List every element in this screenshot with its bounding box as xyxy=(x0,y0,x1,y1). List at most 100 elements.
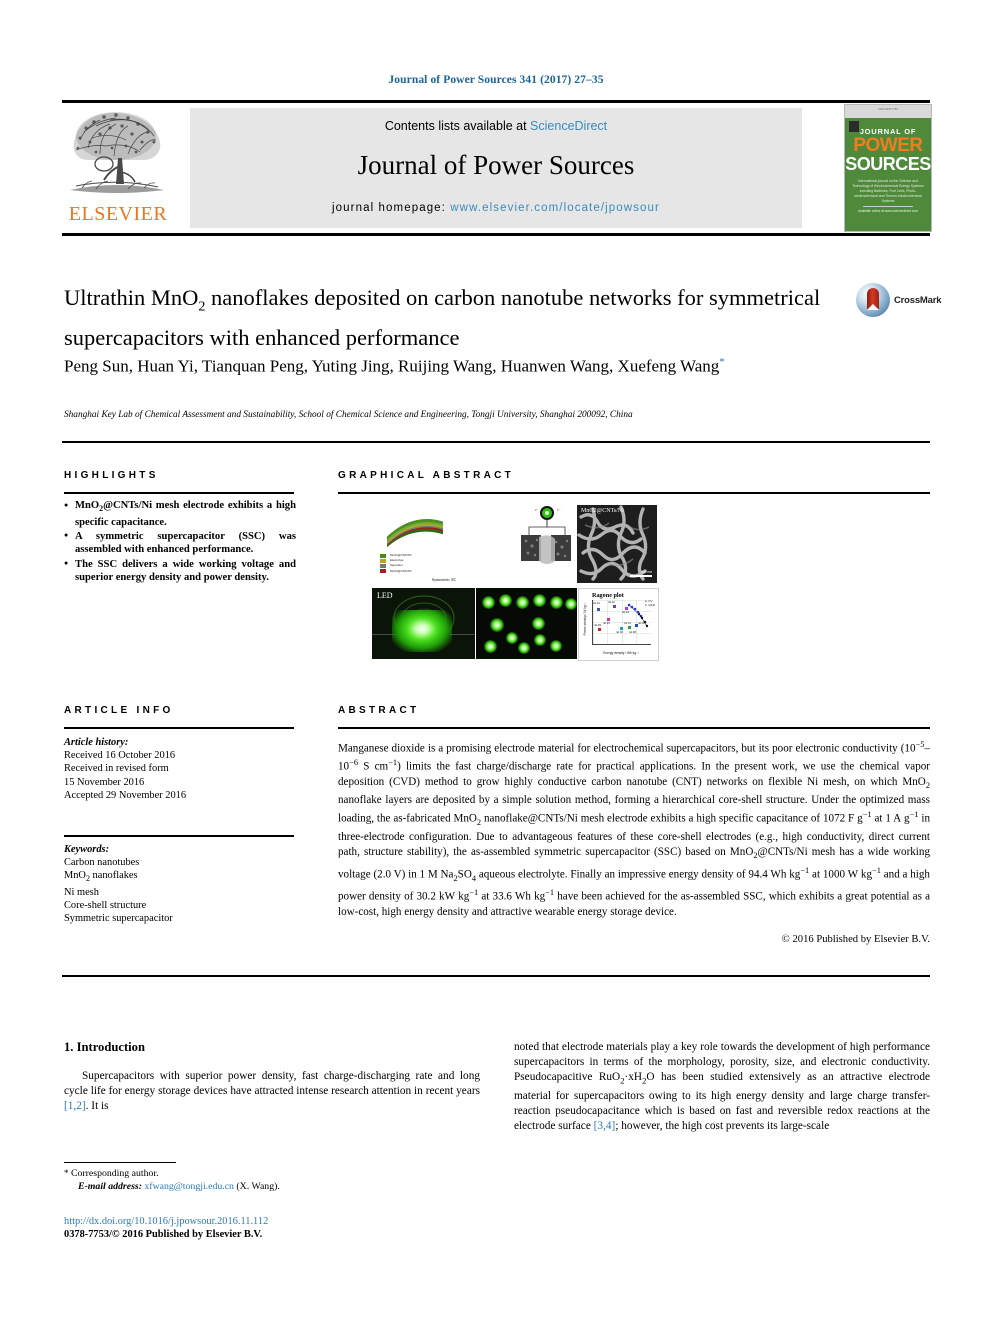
layered-stack-icon xyxy=(387,518,443,548)
keyword-item: MnO2 nanoflakes xyxy=(64,869,296,885)
email-link[interactable]: xfwang@tongji.edu.cn xyxy=(144,1181,234,1192)
legend-swatch xyxy=(380,569,386,574)
legend-label: MnO2@CNTs/Ni xyxy=(390,553,412,557)
legend-label: Electrolyte xyxy=(390,558,404,563)
point-label: ref.30 xyxy=(616,631,623,634)
contents-available-line: Contents lists available at ScienceDirec… xyxy=(190,119,802,133)
highlight-text: A symmetric supercapacitor (SSC) was ass… xyxy=(75,530,296,556)
legend-swatch xyxy=(380,563,386,568)
led-dot xyxy=(490,618,504,632)
citation-link[interactable]: [3,4] xyxy=(594,1120,616,1132)
point-label: ref.16 xyxy=(608,601,615,604)
title-part-b: nanoflakes deposited on carbon nanotube … xyxy=(205,285,672,310)
keyword-text: Carbon nanotubes xyxy=(64,857,140,869)
history-line: Received 16 October 2016 xyxy=(64,750,176,762)
elsevier-tree-icon xyxy=(70,112,164,193)
doi-link[interactable]: http://dx.doi.org/10.1016/j.jpowsour.201… xyxy=(64,1215,484,1228)
list-item: MnO2@CNTs/Ni mesh electrode exhibits a h… xyxy=(64,499,296,529)
sem-scalebar xyxy=(630,575,652,577)
point-label: ref.31 xyxy=(624,622,631,625)
body-column-right: noted that electrode materials play a ke… xyxy=(514,1040,930,1134)
abstract-rule xyxy=(338,727,930,729)
history-line: 15 November 2016 xyxy=(64,776,145,788)
intro-paragraph-left: Supercapacitors with superior power dens… xyxy=(64,1070,480,1113)
point-label: ref.12 xyxy=(593,602,600,605)
legend-label: MnO2@CNTs/Ni xyxy=(390,568,412,573)
sem-image-label: MnO2@CNTs/Ni xyxy=(581,508,624,514)
legend-swatch xyxy=(380,558,386,563)
list-item: A symmetric supercapacitor (SSC) was ass… xyxy=(64,529,296,557)
led-dot xyxy=(533,594,546,607)
graphical-abstract-heading: GRAPHICAL ABSTRACT xyxy=(338,470,515,481)
legend-item: MnO2@CNTs/Ni xyxy=(380,569,460,574)
plot-y-axis-label: Power density / W kg⁻¹ xyxy=(583,602,587,636)
abstract-heading: ABSTRACT xyxy=(338,705,420,716)
plot-axes: ref.12 ref.16 ref.24 ref.23 ref.29 ref.3… xyxy=(592,600,651,645)
intro-paragraph-right: noted that electrode materials play a ke… xyxy=(514,1041,930,1132)
led-dot xyxy=(532,617,545,630)
corresponding-author-text: Corresponding author. xyxy=(70,1168,159,1179)
point-label: ref.28 xyxy=(629,631,636,634)
corresponding-author-marker: * xyxy=(719,356,725,368)
homepage-url-link[interactable]: www.elsevier.com/locate/jpowsour xyxy=(450,202,660,214)
crossmark-label: CrossMark xyxy=(894,295,942,306)
article-history: Article history: Received 16 October 201… xyxy=(64,736,296,802)
ga-sem-image: MnO2@CNTs/Ni 500 nm xyxy=(577,505,657,583)
citation-link[interactable]: [1,2] xyxy=(64,1100,86,1112)
abstract-text: Manganese dioxide is a promising electro… xyxy=(338,740,931,918)
contents-band: Contents lists available at ScienceDirec… xyxy=(190,108,802,228)
article-history-label: Article history: xyxy=(64,737,129,748)
sciencedirect-link[interactable]: ScienceDirect xyxy=(530,119,607,133)
list-item: The SSC delivers a wide working voltage … xyxy=(64,557,296,585)
journal-homepage-line: journal homepage: www.elsevier.com/locat… xyxy=(190,202,802,214)
highlight-text-pre: MnO xyxy=(75,500,100,511)
history-line: Received in revised form xyxy=(64,763,169,775)
led-dot xyxy=(550,596,563,609)
led-light-glow xyxy=(392,610,452,652)
corresponding-author-note: * Corresponding author. xyxy=(64,1167,484,1181)
legend-entry-gcd: b. GCD xyxy=(644,603,655,607)
article-first-page: Journal of Power Sources 341 (2017) 27–3… xyxy=(0,0,992,1323)
email-suffix: (X. Wang). xyxy=(236,1180,280,1192)
abstract-copyright: © 2016 Published by Elsevier B.V. xyxy=(781,934,930,945)
highlight-text-post: @CNTs/Ni mesh electrode exhibits a high … xyxy=(75,500,296,528)
crossmark-notch-icon xyxy=(867,304,879,310)
keyword-item: Core-shell structure xyxy=(64,899,296,912)
point-label: ref.29 xyxy=(594,624,601,627)
ga-ragone-plot: Ragone plot ref.12 ref.16 ref.24 ref.23 … xyxy=(578,588,659,661)
cover-footer-text: Available online at www.sciencedirect.co… xyxy=(858,209,918,213)
abstract-section-rule xyxy=(62,975,930,977)
article-info-rule xyxy=(64,727,294,729)
cover-sources-word: SOURCES xyxy=(845,154,931,174)
cover-top-bar xyxy=(845,105,931,118)
ga-led-array-photo xyxy=(476,588,577,659)
led-dot xyxy=(565,598,577,610)
legend-label: Separator xyxy=(390,563,403,568)
keyword-text: MnO xyxy=(64,870,86,882)
highlight-text: The SSC delivers a wide working voltage … xyxy=(75,558,296,584)
point-label: ref.38 xyxy=(638,622,645,625)
elsevier-logo: ELSEVIER xyxy=(62,106,172,230)
led-dot xyxy=(482,596,495,609)
highlights-heading: HIGHLIGHTS xyxy=(64,470,159,481)
led-dot xyxy=(484,640,497,653)
journal-cover-thumbnail[interactable]: ISSN 0378-7753 JOURNAL OF POWER SOURCES … xyxy=(844,104,932,232)
page-title: Ultrathin MnO2 nanoflakes deposited on c… xyxy=(64,283,824,353)
journal-masthead: ELSEVIER Contents lists available at Sci… xyxy=(62,100,932,236)
history-line: Accepted 29 November 2016 xyxy=(64,789,187,801)
keyword-text-post: nanoflakes xyxy=(89,870,138,882)
affiliation: Shanghai Key Lab of Chemical Assessment … xyxy=(64,410,633,420)
graphical-abstract-figure[interactable]: MnO2@CNTs/Ni Electrolyte Separator MnO2@… xyxy=(372,503,659,661)
masthead-top-rule xyxy=(62,100,930,103)
graphical-abstract-rule xyxy=(338,492,930,494)
plot-title: Ragone plot xyxy=(592,592,624,599)
issn-copyright: 0378-7753/© 2016 Published by Elsevier B… xyxy=(64,1229,263,1240)
article-info-heading: ARTICLE INFO xyxy=(64,705,174,716)
point-label: ref.24 xyxy=(622,611,629,614)
cover-divider xyxy=(863,206,913,207)
crossmark-badge[interactable]: CrossMark xyxy=(856,283,942,317)
led-dot xyxy=(550,640,562,652)
cover-subtitle: International journal on the Science and… xyxy=(852,179,924,203)
led-dot xyxy=(506,632,518,644)
ga-legend: MnO2@CNTs/Ni Electrolyte Separator MnO2@… xyxy=(380,553,460,574)
